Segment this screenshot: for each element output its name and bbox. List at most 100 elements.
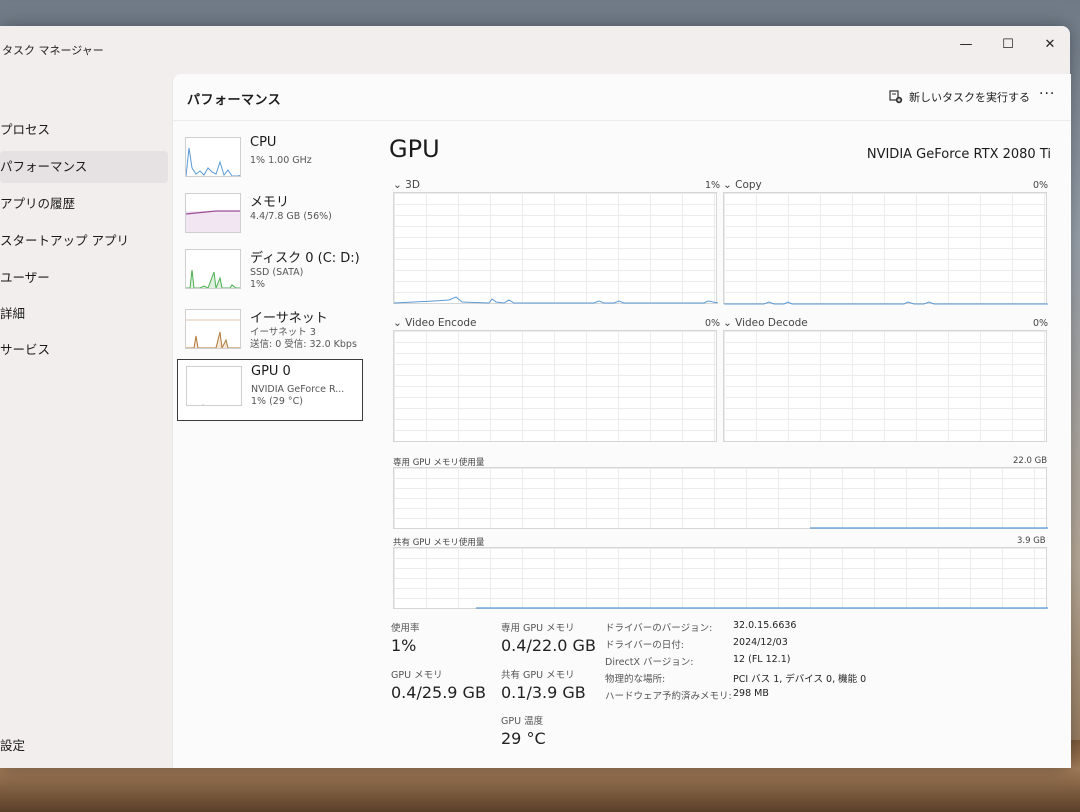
gpu-thumbnail-graph	[186, 366, 242, 406]
driver-version-value: 32.0.15.6636	[733, 620, 797, 631]
utilization-label: 使用率	[391, 623, 420, 634]
utilization-value: 1%	[391, 636, 417, 655]
resource-item-cpu[interactable]: CPU 1% 1.00 GHz	[177, 131, 363, 189]
window-title: タスク マネージャー	[2, 44, 104, 57]
resource-detail: イーサネット 3 送信: 0 受信: 32.0 Kbps	[250, 327, 357, 351]
dedicated-memory-label: 専用 GPU メモリ	[501, 623, 575, 634]
nav-item-label: サービス	[0, 342, 51, 357]
dedicated-memory-value: 0.4/22.0 GB	[501, 636, 596, 655]
shared-memory-label: 共有 GPU メモリ	[501, 670, 575, 681]
driver-date-label: ドライバーの日付:	[605, 640, 685, 651]
nav-item-details[interactable]: 詳細	[0, 298, 168, 330]
engine-label: 3D	[405, 179, 420, 191]
directx-version-value: 12 (FL 12.1)	[733, 654, 791, 665]
minimize-button[interactable]: —	[946, 32, 986, 56]
nav-item-label: 詳細	[0, 306, 26, 321]
shared-memory-graph	[393, 547, 1048, 609]
resource-detail-line1: NVIDIA GeForce R...	[251, 384, 345, 395]
nav-item-label: パフォーマンス	[0, 159, 88, 174]
run-new-task-label: 新しいタスクを実行する	[909, 91, 1030, 104]
run-new-task-button[interactable]: 新しいタスクを実行する	[889, 89, 1030, 105]
gpu-title: GPU	[389, 135, 440, 163]
nav-item-app-history[interactable]: アプリの履歴	[0, 188, 168, 220]
resource-detail-line1: イーサネット 3	[250, 327, 316, 338]
engine-selector-video-encode[interactable]: ⌄ Video Encode	[393, 317, 477, 329]
ethernet-thumbnail-graph	[185, 309, 241, 349]
gpu-memory-value: 0.4/25.9 GB	[391, 683, 486, 702]
engine-label: Video Decode	[735, 317, 808, 329]
nav-item-label: アプリの履歴	[0, 196, 76, 211]
memory-thumbnail-graph	[185, 193, 241, 233]
resource-item-ethernet[interactable]: イーサネット イーサネット 3 送信: 0 受信: 32.0 Kbps	[177, 303, 363, 361]
engine-selector-video-decode[interactable]: ⌄ Video Decode	[723, 317, 808, 329]
more-options-icon[interactable]: ···	[1039, 86, 1055, 102]
resource-name: イーサネット	[250, 311, 328, 326]
resource-list: CPU 1% 1.00 GHz メモリ 4.4/7.8 GB (56%) ディス…	[173, 121, 373, 768]
resource-item-gpu[interactable]: GPU 0 NVIDIA GeForce R... 1% (29 °C)	[177, 359, 363, 421]
reserved-memory-label: ハードウェア予約済みメモリ:	[605, 691, 732, 702]
driver-version-label: ドライバーのバージョン:	[605, 623, 713, 634]
cpu-thumbnail-graph	[185, 137, 241, 177]
engine-percent: 0%	[1033, 180, 1049, 191]
resource-name: ディスク 0 (C: D:)	[250, 251, 360, 266]
gpu-detail-panel: GPU NVIDIA GeForce RTX 2080 Ti ⌄ 3D 1% ⌄…	[383, 121, 1071, 768]
nav-item-label: ユーザー	[0, 270, 50, 285]
engine-label: Copy	[735, 179, 762, 191]
nav-item-processes[interactable]: プロセス	[0, 114, 168, 146]
resource-name: CPU	[250, 135, 277, 150]
page-title: パフォーマンス	[187, 93, 282, 108]
maximize-button[interactable]: ☐	[988, 32, 1028, 56]
navigation-pane: プロセス パフォーマンス アプリの履歴 スタートアップ アプリ ユーザー 詳細 …	[0, 70, 172, 768]
disk-thumbnail-graph	[185, 249, 241, 289]
resource-detail-line2: 送信: 0 受信: 32.0 Kbps	[250, 339, 357, 350]
reserved-memory-value: 298 MB	[733, 688, 769, 699]
engine-selector-3d[interactable]: ⌄ 3D	[393, 179, 420, 191]
resource-name: メモリ	[250, 195, 290, 210]
engine-selector-copy[interactable]: ⌄ Copy	[723, 179, 762, 191]
title-bar: タスク マネージャー — ☐ ✕	[0, 26, 1070, 70]
resource-name: GPU 0	[251, 364, 291, 379]
gpu-temperature-value: 29 °C	[501, 729, 546, 748]
dedicated-memory-graph	[393, 467, 1048, 529]
resource-item-memory[interactable]: メモリ 4.4/7.8 GB (56%)	[177, 187, 363, 245]
dedicated-memory-graph-max: 22.0 GB	[1013, 456, 1048, 466]
gpu-model-name: NVIDIA GeForce RTX 2080 Ti	[866, 147, 1051, 162]
directx-version-label: DirectX バージョン:	[605, 657, 694, 668]
page-header: パフォーマンス 新しいタスクを実行する ···	[173, 74, 1071, 121]
graph-video-encode	[393, 330, 717, 442]
resource-detail: 4.4/7.8 GB (56%)	[250, 211, 332, 222]
close-button[interactable]: ✕	[1030, 32, 1070, 56]
nav-item-startup-apps[interactable]: スタートアップ アプリ	[0, 225, 168, 257]
resource-item-disk[interactable]: ディスク 0 (C: D:) SSD (SATA) 1%	[177, 243, 363, 301]
driver-date-value: 2024/12/03	[733, 637, 788, 648]
nav-item-services[interactable]: サービス	[0, 334, 168, 366]
nav-item-label: 設定	[0, 738, 26, 753]
engine-percent: 0%	[705, 318, 721, 329]
shared-memory-graph-max: 3.9 GB	[1017, 536, 1046, 546]
task-manager-window: タスク マネージャー — ☐ ✕ プロセス パフォーマンス アプリの履歴 スター…	[0, 26, 1071, 768]
resource-detail-line2: 1%	[250, 279, 266, 290]
run-task-icon	[889, 90, 903, 104]
engine-percent: 1%	[705, 180, 721, 191]
resource-detail-line2: 1% (29 °C)	[251, 396, 303, 407]
resource-detail: 1% 1.00 GHz	[250, 155, 312, 166]
graph-3d	[393, 192, 718, 304]
physical-location-label: 物理的な場所:	[605, 674, 666, 685]
nav-item-settings[interactable]: 設定	[0, 730, 168, 762]
nav-item-label: プロセス	[0, 122, 51, 137]
graph-copy	[723, 192, 1048, 305]
gpu-memory-label: GPU メモリ	[391, 670, 443, 681]
nav-item-performance[interactable]: パフォーマンス	[0, 151, 168, 183]
physical-location-value: PCI バス 1, デバイス 0, 機能 0	[733, 674, 867, 685]
shared-memory-value: 0.1/3.9 GB	[501, 683, 586, 702]
engine-percent: 0%	[1033, 318, 1049, 329]
graph-video-decode	[723, 330, 1047, 442]
gpu-temperature-label: GPU 温度	[501, 716, 544, 727]
engine-label: Video Encode	[405, 317, 477, 329]
resource-detail-line1: SSD (SATA)	[250, 267, 304, 278]
resource-detail: SSD (SATA) 1%	[250, 267, 303, 291]
nav-item-label: スタートアップ アプリ	[0, 233, 129, 248]
performance-page: パフォーマンス 新しいタスクを実行する ··· CPU 1% 1.00 GHz …	[172, 74, 1071, 768]
resource-detail: NVIDIA GeForce R... 1% (29 °C)	[251, 384, 344, 408]
nav-item-users[interactable]: ユーザー	[0, 262, 168, 294]
